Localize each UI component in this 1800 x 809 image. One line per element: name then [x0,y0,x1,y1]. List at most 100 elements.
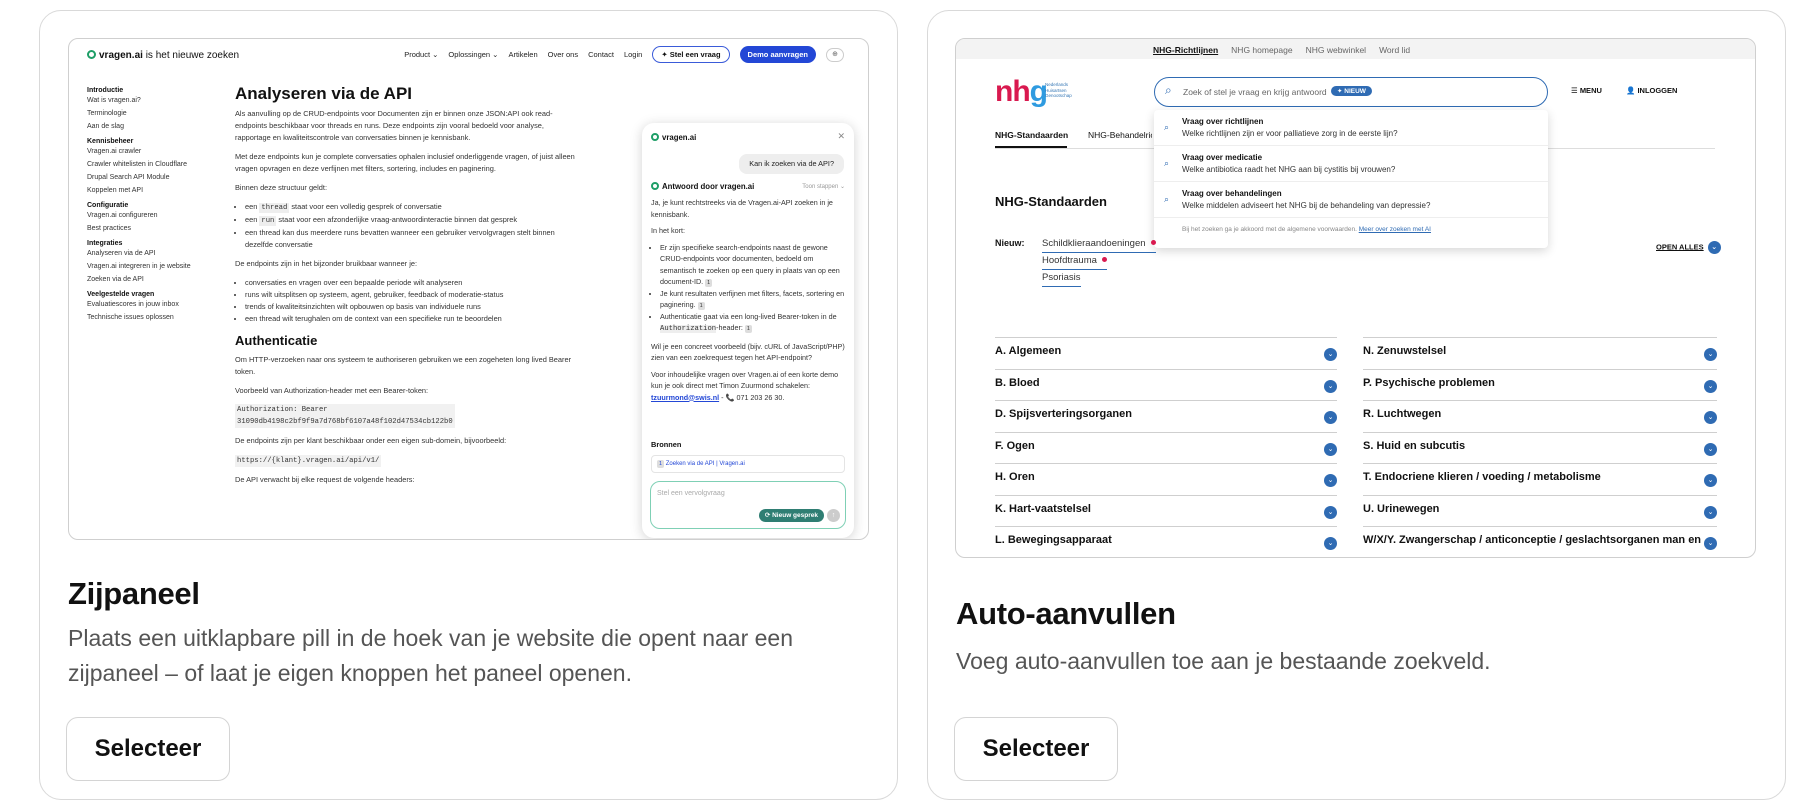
sidebar-item: Evaluatiescores in jouw inbox [87,301,179,308]
sidebar-item: Crawler whitelisten in Cloudflare [87,161,187,168]
chevron-down-icon: ⌄ [1324,348,1337,361]
contact-email-link: tzuurmond@swis.nl [651,392,720,402]
article-paragraph: Met deze endpoints kun je complete conve… [235,152,575,173]
chat-header: vragen.ai [651,132,696,144]
article-paragraph: Binnen deze structuur geldt: [235,183,328,192]
sources-title: Bronnen [651,440,682,449]
preview-header: vragen.ai is het nieuwe zoeken Product ⌄… [69,39,868,73]
standard-row: P. Psychische problemen ⌄ [1363,368,1717,400]
standard-label: H. Oren [995,471,1035,483]
standard-row: D. Spijsverteringsorganen ⌄ [995,400,1337,431]
citation-badge: 1 [744,325,752,333]
article-title: Analyseren via de API [235,84,413,103]
article-subtitle: Authenticatie [235,333,318,348]
code-block: https://{klant}.vragen.ai/api/v1/ [235,455,382,467]
topbar-link: Word lid [1379,45,1411,55]
autocomplete-dropdown: ⌕ Vraag over richtlijnen Welke richtlijn… [1154,110,1548,248]
new-badge: ✦ NIEUW [1331,86,1372,96]
vragen-logo-icon [87,50,96,59]
citation-badge: 1 [705,279,713,287]
sidebar-item: Analyseren via de API [87,250,156,257]
standard-label: L. Bewegingsapparaat [995,534,1112,546]
sidebar-item: Terminologie [87,110,127,117]
standard-label: S. Huid en subcutis [1363,439,1466,452]
article-paragraph: Voorbeeld van Authorization-header met e… [235,386,429,395]
standard-row: W/X/Y. Zwangerschap / anticonceptie / ge… [1363,526,1717,557]
standard-label: U. Urinewegen [1363,502,1440,515]
preview-screenshot-auto-aanvullen: NHG-Richtlijnen NHG homepage NHG webwink… [955,38,1756,558]
article-paragraph: Als aanvulling op de CRUD-endpoints voor… [235,109,553,142]
citation-badge: 1 [697,302,705,310]
preview-screenshot-zijpaneel: vragen.ai is het nieuwe zoeken Product ⌄… [68,38,869,540]
close-icon: ✕ [837,131,845,141]
menu-button: ☰ MENU [1571,86,1602,95]
user-question-bubble: Kan ik zoeken via de API? [739,154,844,174]
nhg-logo-subtitle: Nederlands Huisartsen Genootschap [1045,82,1072,98]
chevron-down-icon: ⌄ [1324,411,1337,424]
chevron-down-icon: ⌄ [1704,411,1717,424]
standard-row: L. Bewegingsapparaat ⌄ [995,526,1337,557]
sidebar-item: Aan de slag [87,123,124,130]
chevron-down-icon: ⌄ [1704,379,1717,393]
sidebar-item: Zoeken via de API [87,276,144,283]
ask-question-pill: ✦ Stel een vraag [652,46,730,63]
sidebar-group: Configuratie [87,202,129,209]
topbar-link: NHG homepage [1231,45,1293,55]
new-items-list: Schildklieraandoeningen Hoofdtrauma Psor… [1042,236,1156,287]
code-block: Authorization: Bearer 31090db4198c2bf9f9a… [235,404,455,428]
standard-label: T. Endocriene klieren / voeding / metabo… [1363,471,1601,483]
nav-contact: Contact [588,50,614,59]
answer-body: Ja, je kunt rechtstreeks via de Vragen.a… [651,197,847,408]
standard-row: H. Oren ⌄ [995,463,1337,494]
article-paragraph: De endpoints zijn in het bijzonder bruik… [235,259,418,268]
globe-icon: ⊕ [826,47,844,62]
answer-header: Antwoord door vragen.ai [651,181,754,193]
login-button: 👤 INLOGGEN [1626,86,1678,95]
sidebar-group: Introductie [87,87,124,94]
sidebar-item: Drupal Search API Module [87,174,170,181]
nav-oplossingen: Oplossingen ⌄ [448,50,499,59]
sidebar-group: Veelgestelde vragen [87,291,155,298]
card-description: Voeg auto-aanvullen toe aan je bestaande… [956,648,1491,674]
search-icon: ⌕ [1164,158,1170,168]
article-paragraph: De endpoints zijn per klant beschikbaar … [235,436,507,445]
card-title: Zijpaneel [68,576,200,611]
demo-button: Demo aanvragen [739,46,816,63]
article-paragraph: Om HTTP-verzoeken naar ons systeem te au… [235,355,572,376]
nhg-search-input: ⌕ Zoek of stel je vraag en krijg antwoor… [1154,77,1548,107]
option-card-auto-aanvullen[interactable]: NHG-Richtlijnen NHG homepage NHG webwink… [927,10,1786,800]
card-title: Auto-aanvullen [956,596,1176,631]
open-all-link: OPEN ALLES ⌄ [1656,241,1721,254]
nhg-logo: nhg [995,75,1048,108]
select-button-auto-aanvullen[interactable]: Selecteer [954,717,1118,781]
standard-label: W/X/Y. Zwangerschap / anticonceptie / ge… [1363,534,1702,546]
nav-login: Login [623,50,643,59]
standard-row: U. Urinewegen ⌄ [1363,494,1717,526]
standard-label: N. Zenuwstelsel [1363,345,1447,357]
nav-product: Product ⌄ [404,50,439,59]
option-card-zijpaneel[interactable]: vragen.ai is het nieuwe zoeken Product ⌄… [39,10,898,800]
dropdown-footer: Bij het zoeken ga je akkoord met de alge… [1182,226,1431,233]
select-button-zijpaneel[interactable]: Selecteer [66,717,230,781]
new-chat-button: ⟳ Nieuw gesprek [758,508,824,522]
standard-label: P. Psychische problemen [1363,376,1495,389]
standard-row: R. Luchtwegen ⌄ [1363,400,1717,431]
article-paragraph: De API verwacht bij elke request de volg… [235,475,415,484]
new-label: Nieuw: [995,238,1025,248]
standard-label: K. Hart-vaatstelsel [995,502,1091,515]
show-steps-toggle: Toon stappen ⌄ [802,184,845,190]
chevron-down-icon: ⌄ [1704,537,1717,550]
search-icon: ⌕ [1165,83,1172,97]
section-heading: NHG-Standaarden [995,194,1107,209]
send-icon: ↑ [827,509,840,522]
sidebar-item: Vragen.ai integreren in je website [87,263,191,270]
standard-row: N. Zenuwstelsel ⌄ [1363,337,1717,368]
standard-label: A. Algemeen [995,345,1062,357]
preview-nav: Product ⌄ Oplossingen ⌄ Artikelen Over o… [404,46,844,63]
search-icon: ⌕ [1164,194,1170,204]
new-dot [1101,257,1107,262]
nhg-topbar: NHG-Richtlijnen NHG homepage NHG webwink… [956,39,1755,59]
nav-artikelen: Artikelen [508,50,538,59]
standard-label: F. Ogen [995,439,1035,452]
sidebar-item: Best practices [87,225,131,232]
